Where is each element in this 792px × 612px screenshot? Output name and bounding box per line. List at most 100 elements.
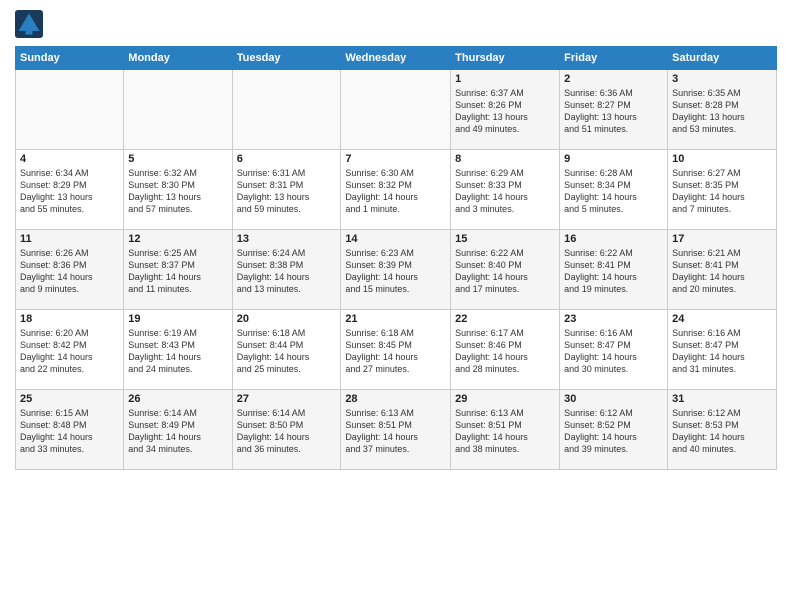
day-info: Sunrise: 6:20 AM Sunset: 8:42 PM Dayligh… [20, 327, 119, 376]
calendar-cell: 3 Sunrise: 6:35 AM Sunset: 8:28 PM Daylig… [668, 70, 777, 150]
day-info: Sunrise: 6:18 AM Sunset: 8:45 PM Dayligh… [345, 327, 446, 376]
calendar-cell: 13 Sunrise: 6:24 AM Sunset: 8:38 PM Dayli… [232, 230, 341, 310]
day-number: 1 [455, 73, 555, 85]
day-info: Sunrise: 6:24 AM Sunset: 8:38 PM Dayligh… [237, 247, 337, 296]
day-info: Sunrise: 6:37 AM Sunset: 8:26 PM Dayligh… [455, 87, 555, 136]
logo [15, 10, 47, 38]
day-info: Sunrise: 6:16 AM Sunset: 8:47 PM Dayligh… [672, 327, 772, 376]
calendar-cell: 21 Sunrise: 6:18 AM Sunset: 8:45 PM Dayli… [341, 310, 451, 390]
day-number: 10 [672, 153, 772, 165]
day-number: 15 [455, 233, 555, 245]
day-number: 25 [20, 393, 119, 405]
weekday-header-row: SundayMondayTuesdayWednesdayThursdayFrid… [16, 47, 777, 70]
calendar-cell: 20Sunrise: 6:18 AM Sunset: 8:44 PM Dayli… [232, 310, 341, 390]
calendar-cell [341, 70, 451, 150]
calendar-cell: 29 Sunrise: 6:13 AM Sunset: 8:51 PM Dayli… [451, 390, 560, 470]
calendar-cell: 31 Sunrise: 6:12 AM Sunset: 8:53 PM Dayli… [668, 390, 777, 470]
calendar-cell: 25 Sunrise: 6:15 AM Sunset: 8:48 PM Dayli… [16, 390, 124, 470]
day-number: 6 [237, 153, 337, 165]
calendar-cell: 17 Sunrise: 6:21 AM Sunset: 8:41 PM Dayli… [668, 230, 777, 310]
calendar-cell: 1 Sunrise: 6:37 AM Sunset: 8:26 PM Daylig… [451, 70, 560, 150]
day-info: Sunrise: 6:13 AM Sunset: 8:51 PM Dayligh… [455, 407, 555, 456]
calendar-cell: 26Sunrise: 6:14 AM Sunset: 8:49 PM Dayli… [124, 390, 232, 470]
day-number: 27 [237, 393, 337, 405]
day-info: Sunrise: 6:21 AM Sunset: 8:41 PM Dayligh… [672, 247, 772, 296]
day-info: Sunrise: 6:22 AM Sunset: 8:41 PM Dayligh… [564, 247, 663, 296]
day-info: Sunrise: 6:29 AM Sunset: 8:33 PM Dayligh… [455, 167, 555, 216]
day-number: 4 [20, 153, 119, 165]
calendar-cell: 23 Sunrise: 6:16 AM Sunset: 8:47 PM Dayli… [560, 310, 668, 390]
day-number: 9 [564, 153, 663, 165]
day-info: Sunrise: 6:12 AM Sunset: 8:53 PM Dayligh… [672, 407, 772, 456]
calendar-cell: 7 Sunrise: 6:30 AM Sunset: 8:32 PM Daylig… [341, 150, 451, 230]
calendar-week-2: 4 Sunrise: 6:34 AM Sunset: 8:29 PM Daylig… [16, 150, 777, 230]
day-number: 5 [128, 153, 227, 165]
calendar-cell [232, 70, 341, 150]
day-info: Sunrise: 6:34 AM Sunset: 8:29 PM Dayligh… [20, 167, 119, 216]
day-number: 29 [455, 393, 555, 405]
day-info: Sunrise: 6:32 AM Sunset: 8:30 PM Dayligh… [128, 167, 227, 216]
logo-icon [15, 10, 43, 38]
calendar-cell: 19Sunrise: 6:19 AM Sunset: 8:43 PM Dayli… [124, 310, 232, 390]
calendar-cell: 2 Sunrise: 6:36 AM Sunset: 8:27 PM Daylig… [560, 70, 668, 150]
day-info: Sunrise: 6:16 AM Sunset: 8:47 PM Dayligh… [564, 327, 663, 376]
day-number: 13 [237, 233, 337, 245]
day-number: 31 [672, 393, 772, 405]
calendar-cell: 12Sunrise: 6:25 AM Sunset: 8:37 PM Dayli… [124, 230, 232, 310]
day-number: 18 [20, 313, 119, 325]
day-number: 30 [564, 393, 663, 405]
calendar-cell: 18 Sunrise: 6:20 AM Sunset: 8:42 PM Dayli… [16, 310, 124, 390]
day-number: 14 [345, 233, 446, 245]
day-info: Sunrise: 6:23 AM Sunset: 8:39 PM Dayligh… [345, 247, 446, 296]
calendar-cell: 24 Sunrise: 6:16 AM Sunset: 8:47 PM Dayli… [668, 310, 777, 390]
calendar-cell: 14 Sunrise: 6:23 AM Sunset: 8:39 PM Dayli… [341, 230, 451, 310]
day-info: Sunrise: 6:36 AM Sunset: 8:27 PM Dayligh… [564, 87, 663, 136]
calendar-week-4: 18 Sunrise: 6:20 AM Sunset: 8:42 PM Dayli… [16, 310, 777, 390]
calendar-cell: 16 Sunrise: 6:22 AM Sunset: 8:41 PM Dayli… [560, 230, 668, 310]
day-info: Sunrise: 6:35 AM Sunset: 8:28 PM Dayligh… [672, 87, 772, 136]
calendar-week-1: 1 Sunrise: 6:37 AM Sunset: 8:26 PM Daylig… [16, 70, 777, 150]
weekday-header-tuesday: Tuesday [232, 47, 341, 70]
day-number: 23 [564, 313, 663, 325]
day-number: 17 [672, 233, 772, 245]
calendar-cell: 8 Sunrise: 6:29 AM Sunset: 8:33 PM Daylig… [451, 150, 560, 230]
calendar-cell: 27 Sunrise: 6:14 AM Sunset: 8:50 PM Dayli… [232, 390, 341, 470]
calendar-table: SundayMondayTuesdayWednesdayThursdayFrid… [15, 46, 777, 470]
day-info: Sunrise: 6:13 AM Sunset: 8:51 PM Dayligh… [345, 407, 446, 456]
day-number: 11 [20, 233, 119, 245]
day-info: Sunrise: 6:12 AM Sunset: 8:52 PM Dayligh… [564, 407, 663, 456]
weekday-header-wednesday: Wednesday [341, 47, 451, 70]
day-number: 2 [564, 73, 663, 85]
calendar-cell: 4 Sunrise: 6:34 AM Sunset: 8:29 PM Daylig… [16, 150, 124, 230]
day-info: Sunrise: 6:30 AM Sunset: 8:32 PM Dayligh… [345, 167, 446, 216]
calendar-cell: 30 Sunrise: 6:12 AM Sunset: 8:52 PM Dayli… [560, 390, 668, 470]
day-number: 20 [237, 313, 337, 325]
calendar-cell: 10 Sunrise: 6:27 AM Sunset: 8:35 PM Dayli… [668, 150, 777, 230]
day-info: Sunrise: 6:14 AM Sunset: 8:49 PM Dayligh… [128, 407, 227, 456]
day-number: 22 [455, 313, 555, 325]
calendar-cell [124, 70, 232, 150]
page-container: SundayMondayTuesdayWednesdayThursdayFrid… [0, 0, 792, 480]
day-number: 3 [672, 73, 772, 85]
day-info: Sunrise: 6:26 AM Sunset: 8:36 PM Dayligh… [20, 247, 119, 296]
calendar-cell: 22 Sunrise: 6:17 AM Sunset: 8:46 PM Dayli… [451, 310, 560, 390]
day-number: 19 [128, 313, 227, 325]
weekday-header-sunday: Sunday [16, 47, 124, 70]
weekday-header-monday: Monday [124, 47, 232, 70]
day-number: 16 [564, 233, 663, 245]
calendar-cell: 6Sunrise: 6:31 AM Sunset: 8:31 PM Daylig… [232, 150, 341, 230]
calendar-cell: 28Sunrise: 6:13 AM Sunset: 8:51 PM Dayli… [341, 390, 451, 470]
day-number: 8 [455, 153, 555, 165]
day-info: Sunrise: 6:27 AM Sunset: 8:35 PM Dayligh… [672, 167, 772, 216]
day-number: 21 [345, 313, 446, 325]
header [15, 10, 777, 38]
calendar-week-5: 25 Sunrise: 6:15 AM Sunset: 8:48 PM Dayli… [16, 390, 777, 470]
day-info: Sunrise: 6:14 AM Sunset: 8:50 PM Dayligh… [237, 407, 337, 456]
day-info: Sunrise: 6:17 AM Sunset: 8:46 PM Dayligh… [455, 327, 555, 376]
day-number: 24 [672, 313, 772, 325]
day-info: Sunrise: 6:22 AM Sunset: 8:40 PM Dayligh… [455, 247, 555, 296]
day-number: 7 [345, 153, 446, 165]
weekday-header-thursday: Thursday [451, 47, 560, 70]
calendar-cell: 5 Sunrise: 6:32 AM Sunset: 8:30 PM Daylig… [124, 150, 232, 230]
day-info: Sunrise: 6:15 AM Sunset: 8:48 PM Dayligh… [20, 407, 119, 456]
